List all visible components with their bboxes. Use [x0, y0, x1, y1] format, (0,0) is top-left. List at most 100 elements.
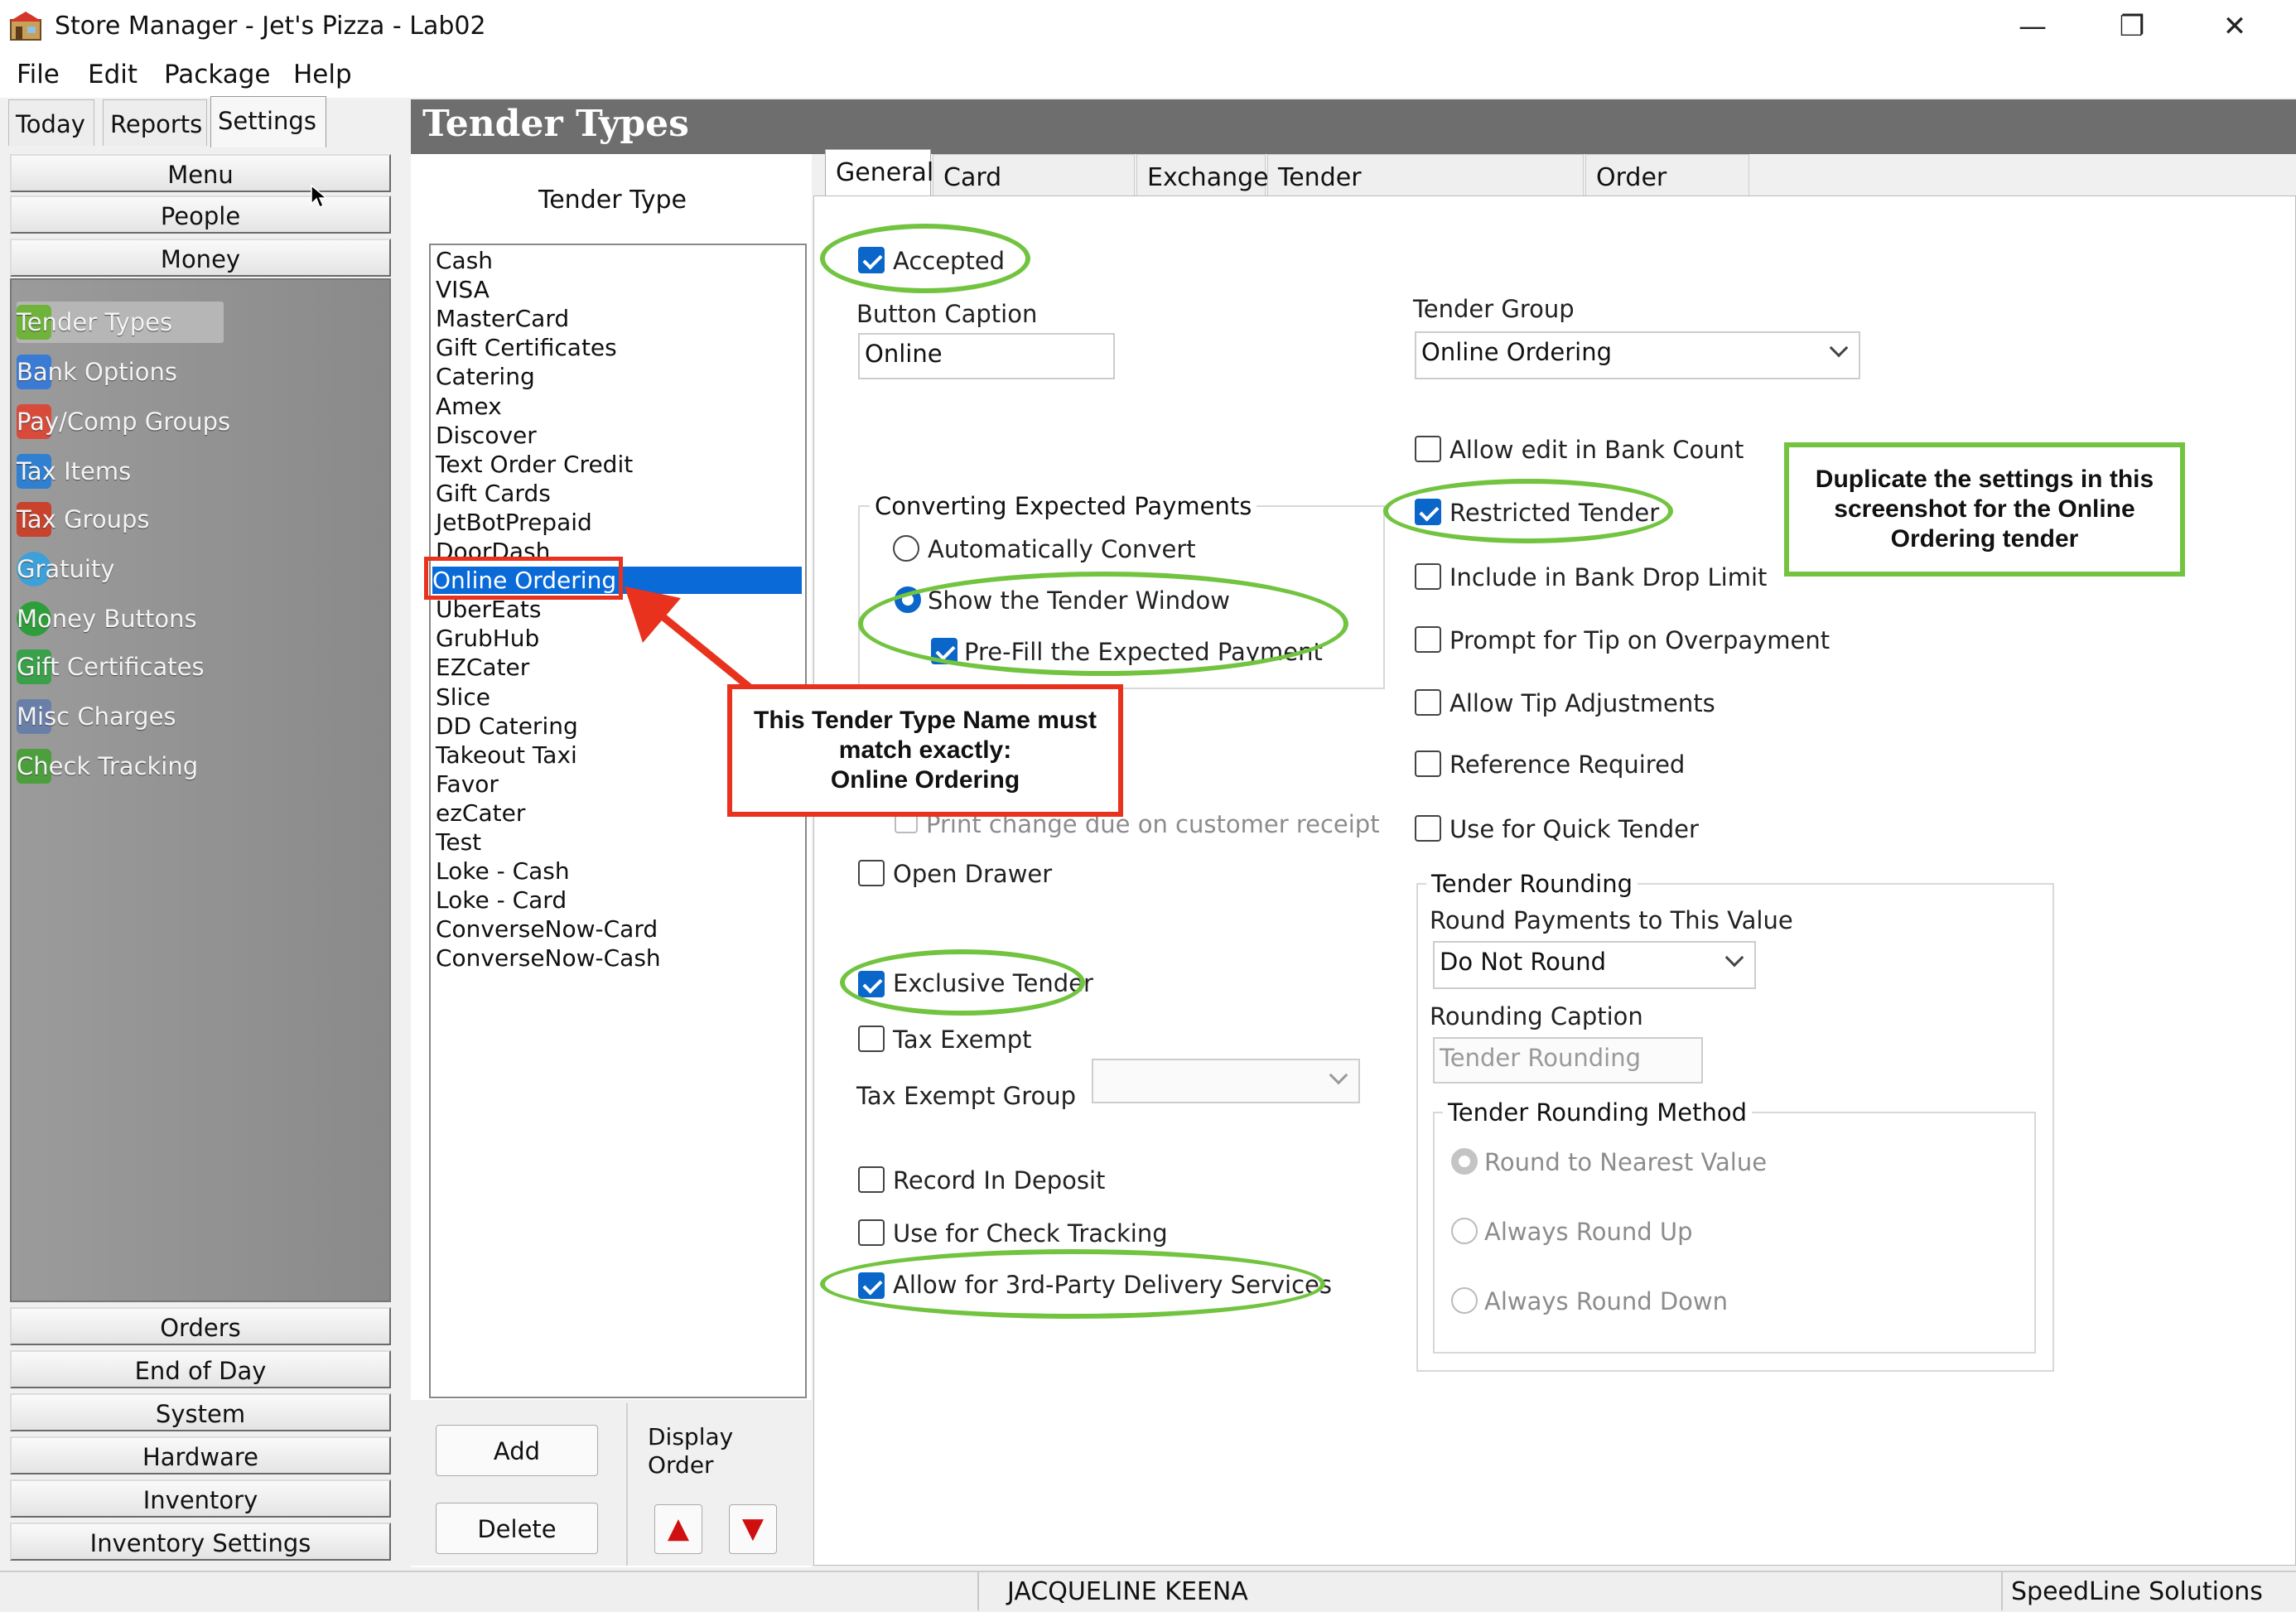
nav-item-money-buttons[interactable]: Money Buttons	[17, 598, 197, 639]
move-down-button[interactable]: ▼	[729, 1504, 777, 1554]
menu-file[interactable]: File	[17, 60, 60, 89]
nav-item-label: Check Tracking	[17, 752, 199, 780]
allow-edit-bank-count-checkbox[interactable]	[1415, 436, 1441, 462]
nav-item-label: Gratuity	[17, 555, 115, 583]
minimize-button[interactable]: —	[1996, 3, 2069, 50]
nav-orders-button[interactable]: Orders	[10, 1307, 391, 1345]
check-tracking-checkbox[interactable]	[858, 1219, 885, 1246]
button-caption-input[interactable]: Online	[858, 333, 1115, 379]
tab-tender-surcharge-discount[interactable]: Tender Surcharge/Discount	[1267, 154, 1584, 221]
nav-item-gift-certificates[interactable]: Gift Certificates	[17, 646, 205, 688]
round-payments-select[interactable]: Do Not Round	[1433, 941, 1756, 989]
auto-convert-radio[interactable]	[893, 535, 919, 562]
nav-inventory-settings-button[interactable]: Inventory Settings	[10, 1523, 391, 1561]
nav-item-gratuity[interactable]: Gratuity	[17, 548, 115, 590]
open-drawer-checkbox[interactable]	[858, 860, 885, 886]
nav-item-tax-items[interactable]: Tax Items	[17, 451, 131, 492]
nav-menu-button[interactable]: Menu	[10, 154, 391, 192]
nav-item-misc-charges[interactable]: Misc Charges	[17, 696, 176, 737]
tender-list-item[interactable]: MasterCard	[436, 305, 569, 332]
delete-button[interactable]: Delete	[436, 1503, 598, 1554]
nav-money-button[interactable]: Money	[10, 239, 391, 277]
tip-adjustments-label: Allow Tip Adjustments	[1449, 689, 1715, 717]
quick-tender-label: Use for Quick Tender	[1449, 815, 1699, 843]
prompt-tip-label: Prompt for Tip on Overpayment	[1449, 626, 1831, 654]
nav-item-bank-options[interactable]: Bank Options	[17, 351, 177, 393]
tip-adjustments-checkbox[interactable]	[1415, 689, 1441, 716]
nav-system-button[interactable]: System	[10, 1393, 391, 1431]
nav-item-tender-types[interactable]: Tender Types	[17, 302, 224, 343]
tender-list-item[interactable]: GrubHub	[436, 625, 539, 652]
tender-list-item[interactable]: Takeout Taxi	[436, 741, 577, 769]
close-button[interactable]: ✕	[2198, 3, 2271, 50]
tender-list-item[interactable]: ConverseNow-Card	[436, 915, 658, 943]
tender-list-item[interactable]: Slice	[436, 683, 490, 711]
tender-list-item[interactable]: Text Order Credit	[436, 451, 633, 478]
nav-item-check-tracking[interactable]: Check Tracking	[17, 746, 198, 787]
tender-list-item[interactable]: VISA	[436, 276, 490, 303]
tender-list-item[interactable]: JetBotPrepaid	[436, 509, 592, 536]
tab-general[interactable]: General	[825, 149, 933, 197]
nav-item-pay-comp-groups[interactable]: Pay/Comp Groups	[17, 401, 230, 442]
tender-type-heading: Tender Type	[538, 186, 687, 215]
tender-list-item[interactable]: Loke - Card	[436, 886, 567, 914]
tender-group-select[interactable]: Online Ordering	[1415, 331, 1860, 379]
tab-card-information[interactable]: Card Information	[933, 154, 1135, 221]
tab-exchange[interactable]: Exchange	[1136, 154, 1269, 197]
menu-edit[interactable]: Edit	[88, 60, 137, 89]
rounding-caption-input[interactable]: Tender Rounding	[1433, 1037, 1703, 1084]
display-order-label: Order	[648, 1451, 714, 1479]
move-up-button[interactable]: ▲	[654, 1504, 702, 1554]
mouse-cursor-icon	[311, 184, 329, 209]
callout-line: This Tender Type Name must	[754, 707, 1097, 734]
display-order-label: Display	[648, 1423, 734, 1450]
nav-item-tax-groups[interactable]: Tax Groups	[17, 499, 149, 540]
tender-list-item[interactable]: EZCater	[436, 654, 529, 681]
reference-required-checkbox[interactable]	[1415, 750, 1441, 777]
tab-reports[interactable]: Reports	[103, 99, 207, 146]
rounding-method-title: Tender Rounding Method	[1443, 1098, 1752, 1127]
divider	[626, 1403, 628, 1566]
round-up-radio[interactable]	[1451, 1218, 1478, 1244]
tender-list-item[interactable]: Loke - Cash	[436, 857, 570, 885]
tender-list-item[interactable]: Gift Certificates	[436, 334, 617, 361]
nav-end-of-day-button[interactable]: End of Day	[10, 1350, 391, 1388]
tax-exempt-group-select[interactable]	[1092, 1059, 1360, 1103]
tab-order-types[interactable]: Order Types	[1585, 154, 1749, 221]
callout-line: Online Ordering	[830, 766, 1020, 794]
tax-exempt-checkbox[interactable]	[858, 1026, 885, 1052]
store-manager-icon	[9, 12, 42, 41]
round-nearest-radio[interactable]	[1451, 1148, 1478, 1175]
tender-list-item[interactable]: Discover	[436, 422, 537, 449]
tab-settings[interactable]: Settings	[210, 96, 326, 147]
tender-list-item[interactable]: Test	[436, 828, 481, 856]
annotation-highlight-box	[424, 557, 623, 600]
round-down-radio[interactable]	[1451, 1287, 1478, 1314]
window-title: Store Manager - Jet's Pizza - Lab02	[55, 12, 486, 41]
page-title: Tender Types	[422, 103, 689, 145]
tender-list-item[interactable]: ConverseNow-Cash	[436, 944, 661, 972]
maximize-button[interactable]: ❐	[2096, 3, 2168, 50]
tender-list-item[interactable]: DD Catering	[436, 712, 578, 740]
tender-list-item[interactable]: Favor	[436, 770, 499, 798]
tender-list-item[interactable]: Gift Cards	[436, 480, 551, 507]
nav-people-button[interactable]: People	[10, 195, 391, 234]
tender-list-item[interactable]: Cash	[436, 247, 493, 274]
tender-list-item[interactable]: Catering	[436, 363, 535, 390]
nav-item-label: Tax Items	[17, 457, 132, 485]
callout-line: screenshot for the Online	[1834, 495, 2135, 523]
menu-package[interactable]: Package	[164, 60, 271, 89]
record-in-deposit-checkbox[interactable]	[858, 1166, 885, 1193]
tab-today[interactable]: Today	[8, 99, 94, 146]
quick-tender-checkbox[interactable]	[1415, 815, 1441, 842]
nav-hardware-button[interactable]: Hardware	[10, 1436, 391, 1474]
tender-list-item[interactable]: Amex	[436, 393, 502, 420]
prompt-tip-checkbox[interactable]	[1415, 626, 1441, 653]
nav-inventory-button[interactable]: Inventory	[10, 1479, 391, 1518]
tender-list-item[interactable]: ezCater	[436, 799, 525, 827]
page-header	[411, 99, 2296, 154]
menu-help[interactable]: Help	[293, 60, 352, 89]
status-user: JACQUELINE KEENA	[1007, 1577, 1248, 1606]
bank-drop-limit-checkbox[interactable]	[1415, 563, 1441, 590]
add-button[interactable]: Add	[436, 1425, 598, 1476]
